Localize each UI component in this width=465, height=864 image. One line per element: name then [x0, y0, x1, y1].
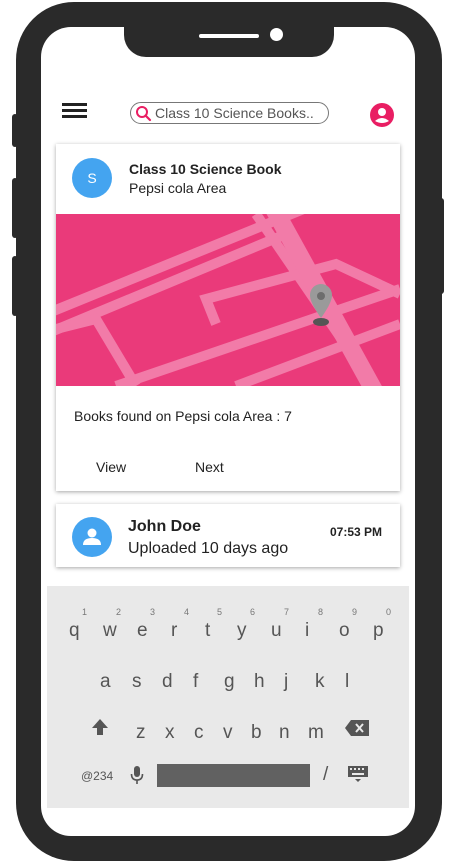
backspace-icon[interactable] [344, 719, 370, 737]
speaker [199, 34, 259, 38]
key[interactable]: n [279, 722, 290, 744]
key[interactable]: u [271, 620, 282, 642]
keyboard-hide-icon[interactable] [347, 765, 369, 783]
key[interactable]: m [308, 722, 324, 744]
camera [270, 28, 283, 41]
key[interactable]: f [193, 671, 198, 693]
card-title: Class 10 Science Book [129, 161, 282, 177]
key[interactable]: a [100, 671, 111, 693]
result-card: S Class 10 Science Book Pepsi cola Area … [56, 144, 400, 491]
books-found-text: Books found on Pepsi cola Area : 7 [74, 408, 292, 424]
person-icon [83, 528, 101, 545]
key[interactable]: c [194, 722, 204, 744]
upload-status: Uploaded 10 days ago [128, 540, 289, 557]
key[interactable]: j [284, 671, 288, 693]
key[interactable]: v [223, 722, 233, 744]
notch [124, 27, 334, 57]
upload-card[interactable]: John Doe Uploaded 10 days ago 07:53 PM [56, 504, 400, 567]
number-hint: 4 [184, 607, 190, 617]
microphone-icon[interactable] [130, 765, 144, 785]
number-hint: 5 [217, 607, 223, 617]
shift-icon[interactable] [91, 718, 109, 736]
symbols-key[interactable]: @234 [81, 769, 113, 783]
key[interactable]: i [305, 620, 309, 642]
key[interactable]: k [315, 671, 325, 693]
view-button[interactable]: View [96, 459, 126, 475]
key[interactable]: r [171, 620, 177, 642]
slash-key[interactable]: / [323, 764, 328, 786]
key[interactable]: y [237, 620, 247, 642]
number-hint: 9 [352, 607, 358, 617]
key[interactable]: q [69, 620, 80, 642]
number-hint: 2 [116, 607, 122, 617]
on-screen-keyboard: 1 2 3 4 5 6 7 8 9 0 q w e r t y u i o p … [47, 586, 409, 808]
key[interactable]: h [254, 671, 265, 693]
number-hint: 0 [386, 607, 392, 617]
map-image[interactable] [56, 214, 400, 386]
key[interactable]: s [132, 671, 142, 693]
key[interactable]: d [162, 671, 173, 693]
number-hint: 8 [318, 607, 324, 617]
key[interactable]: l [345, 671, 349, 693]
search-input[interactable]: Class 10 Science Books.. [130, 102, 329, 124]
number-hint: 1 [82, 607, 88, 617]
key[interactable]: p [373, 620, 384, 642]
key[interactable]: z [136, 722, 146, 744]
key[interactable]: b [251, 722, 262, 744]
uploader-name: John Doe [128, 518, 201, 535]
avatar: S [72, 158, 112, 198]
card-subtitle: Pepsi cola Area [129, 180, 227, 196]
key[interactable]: g [224, 671, 235, 693]
phone-screen: Class 10 Science Books.. S Class 10 Scie… [41, 27, 415, 836]
spacebar[interactable] [157, 764, 310, 787]
number-hint: 7 [284, 607, 290, 617]
avatar [72, 517, 112, 557]
hamburger-menu-icon[interactable] [62, 103, 87, 119]
account-icon[interactable] [369, 102, 395, 128]
search-value: Class 10 Science Books.. [155, 105, 314, 121]
key[interactable]: o [339, 620, 350, 642]
key[interactable]: x [165, 722, 175, 744]
number-hint: 6 [250, 607, 256, 617]
key[interactable]: e [137, 620, 148, 642]
key[interactable]: t [205, 620, 210, 642]
key[interactable]: w [103, 620, 117, 642]
search-icon [136, 105, 152, 121]
upload-time: 07:53 PM [330, 525, 383, 539]
number-hint: 3 [150, 607, 156, 617]
next-button[interactable]: Next [195, 459, 224, 475]
